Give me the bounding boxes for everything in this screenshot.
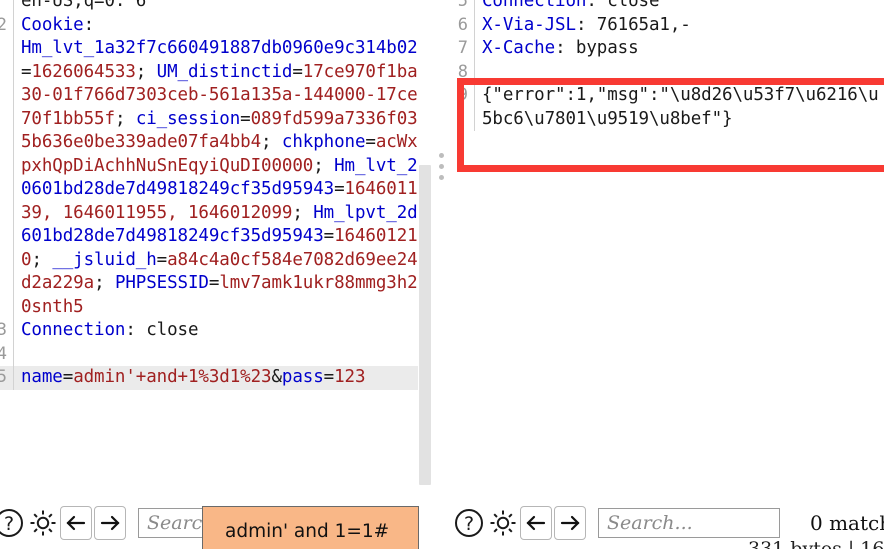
line-number: 5: [457, 0, 468, 11]
gutter-divider: [474, 60, 475, 84]
find-next-button[interactable]: [554, 505, 586, 540]
code-line[interactable]: 8: [452, 60, 884, 85]
line-number: 2: [0, 14, 7, 35]
code-line-text: Connection: close: [21, 320, 199, 340]
decoded-payload-tooltip: admin' and 1=1#: [202, 506, 419, 549]
match-count-label: 0 matches: [810, 510, 884, 535]
gutter-divider: [474, 84, 475, 131]
request-scrollbar-thumb[interactable]: [419, 165, 431, 485]
code-line-text: Hm_lvt_1a32f7c660491887db0960e9c314b022=…: [21, 38, 429, 317]
gutter-divider: [474, 13, 475, 37]
code-line-text: X-Via-JSL: 76165a1,-: [482, 14, 691, 35]
code-line-text: Cookie:: [21, 14, 105, 35]
response-search-input[interactable]: Search...: [598, 507, 780, 538]
code-line[interactable]: 5 name=admin'+and+1%3d1%23&pass=123: [0, 366, 432, 390]
help-icon[interactable]: ?: [0, 506, 26, 540]
code-line[interactable]: Hm_lvt_1a32f7c660491887db0960e9c314b022=…: [0, 37, 432, 319]
code-line[interactable]: 4: [0, 342, 432, 367]
gutter-divider: [474, 0, 475, 14]
line-number: 5: [0, 367, 7, 387]
decoded-payload-text: admin' and 1=1#: [225, 520, 390, 542]
request-code-area[interactable]: en-US;q=0. 6 2 Cookie: Hm_lvt_1a32f7c66049…: [0, 0, 432, 390]
find-previous-button[interactable]: [520, 505, 552, 540]
gear-icon[interactable]: [486, 506, 520, 540]
gutter-divider: [13, 0, 14, 14]
gutter-divider: [13, 13, 14, 37]
code-line-text: X-Cache: bypass: [482, 38, 639, 58]
code-line-text: Connection: close: [482, 0, 660, 11]
svg-text:?: ?: [464, 513, 474, 535]
code-line[interactable]: 5 Connection: close: [452, 0, 884, 14]
line-number: 4: [0, 343, 7, 364]
code-line[interactable]: 3 Connection: close: [0, 319, 432, 343]
line-number: 7: [457, 38, 468, 58]
code-line[interactable]: 7 X-Cache: bypass: [452, 37, 884, 61]
code-line[interactable]: 6 X-Via-JSL: 76165a1,-: [452, 13, 884, 37]
http-proxy-request-response-window: en-US;q=0. 6 2 Cookie: Hm_lvt_1a32f7c66049…: [0, 0, 884, 549]
help-icon[interactable]: ?: [452, 506, 486, 540]
gutter-divider: [13, 366, 14, 390]
status-bar-byte-count: 331 bytes | 169: [748, 538, 884, 549]
line-number: 3: [0, 320, 7, 340]
code-line[interactable]: 9 {"error":1,"msg":"\u8d26\u53f7\u6216\u5…: [452, 84, 884, 131]
code-line-text: name=admin'+and+1%3d1%23&pass=123: [21, 367, 366, 387]
find-next-button[interactable]: [94, 505, 126, 540]
find-previous-button[interactable]: [60, 505, 92, 540]
gutter-divider: [13, 319, 14, 343]
response-code-area[interactable]: 5 Connection: close 6 X-Via-JSL: 76165a1,- 7…: [452, 0, 884, 131]
line-number: 6: [457, 14, 468, 35]
splitter-grip-dots-icon: [439, 153, 445, 186]
response-pane[interactable]: 5 Connection: close 6 X-Via-JSL: 76165a1,- 7…: [452, 0, 884, 492]
code-line[interactable]: 2 Cookie:: [0, 13, 432, 37]
gutter-divider: [13, 342, 14, 366]
request-scrollbar-track[interactable]: [418, 0, 432, 492]
line-number: 8: [457, 61, 468, 82]
request-pane[interactable]: en-US;q=0. 6 2 Cookie: Hm_lvt_1a32f7c66049…: [0, 0, 432, 492]
gutter-divider: [13, 37, 14, 319]
response-search-placeholder: Search...: [607, 511, 693, 534]
code-line-text: [482, 61, 884, 85]
code-line[interactable]: en-US;q=0. 6: [0, 0, 432, 14]
code-line-text: {"error":1,"msg":"\u8d26\u53f7\u6216\u5b…: [482, 85, 879, 129]
line-number: 9: [457, 85, 468, 105]
pane-splitter[interactable]: [432, 0, 452, 492]
code-line-text: en-US;q=0. 6: [21, 0, 147, 11]
svg-text:?: ?: [4, 513, 14, 535]
code-line-text: [21, 343, 432, 367]
gear-icon[interactable]: [26, 506, 60, 540]
gutter-divider: [474, 37, 475, 61]
